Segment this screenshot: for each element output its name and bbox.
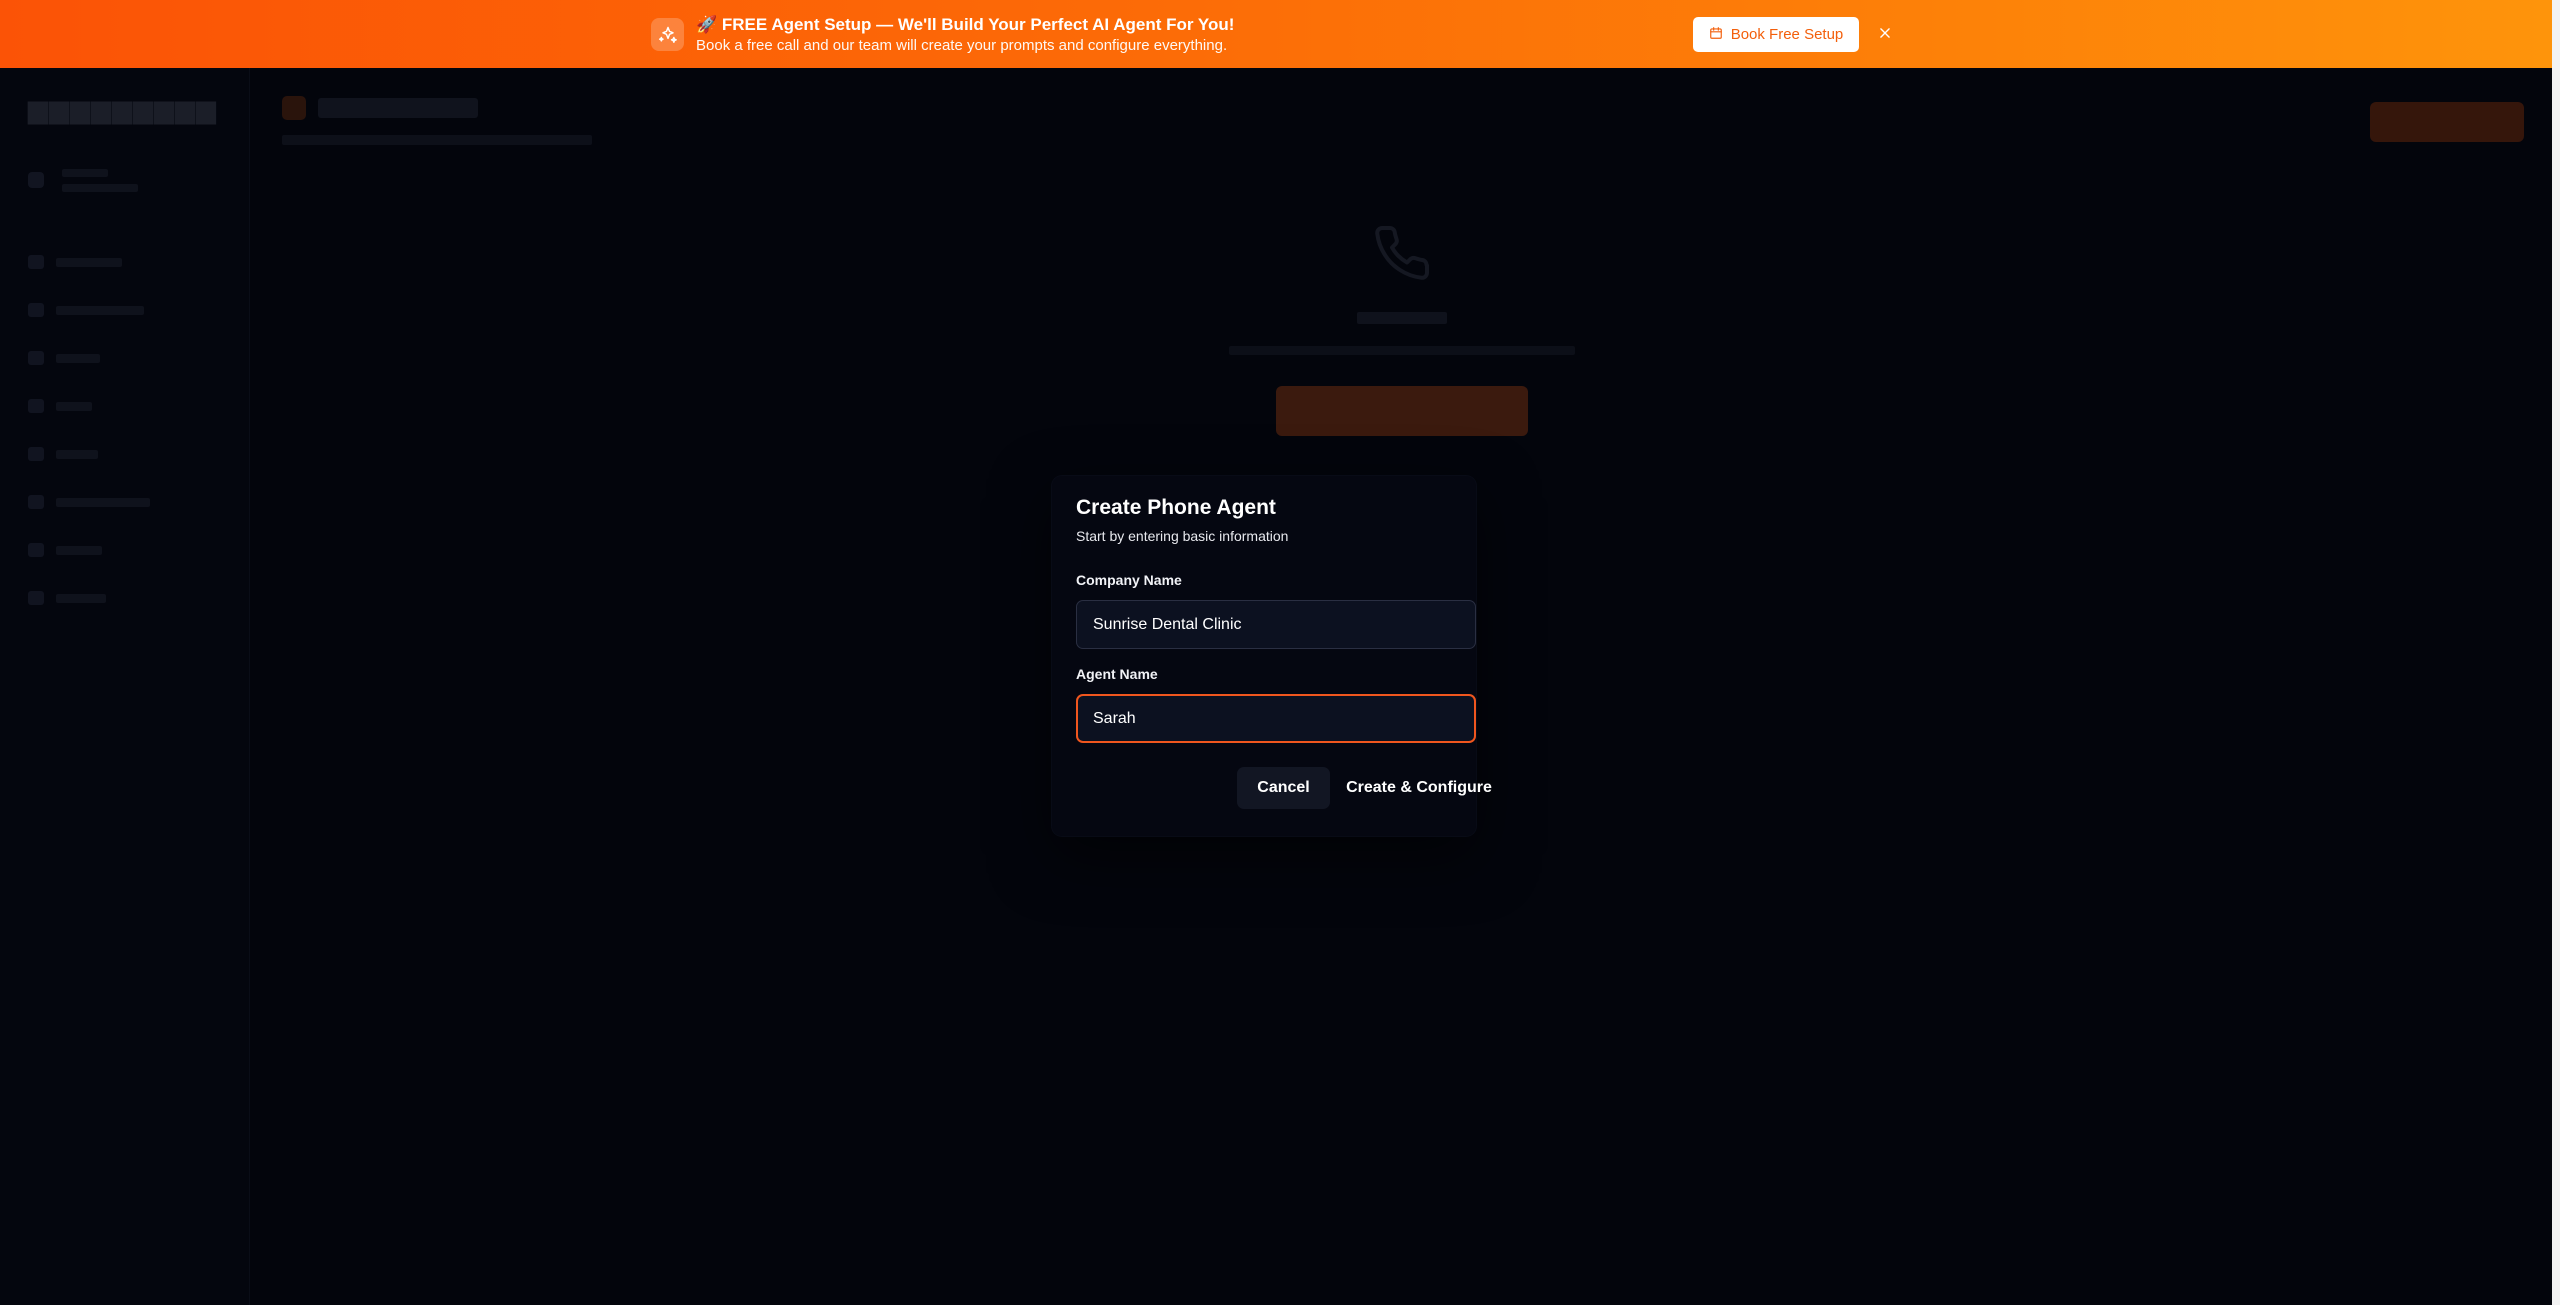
empty-state-title xyxy=(1300,308,1504,329)
create-phone-agent-dialog: Create Phone Agent Start by entering bas… xyxy=(1052,476,1492,836)
scrollbar[interactable] xyxy=(2552,0,2560,1305)
workspace-text xyxy=(62,168,138,192)
create-first-agent-button xyxy=(1276,386,1528,436)
nav-icon xyxy=(28,591,44,605)
company-name-input[interactable] xyxy=(1076,600,1476,649)
phone-icon xyxy=(1372,223,1432,283)
sidebar-item xyxy=(28,334,228,382)
nav-icon xyxy=(28,399,44,413)
agent-name-input[interactable] xyxy=(1076,694,1476,743)
banner-subtitle: Book a free call and our team will creat… xyxy=(696,37,1228,54)
workspace-switcher xyxy=(28,160,228,200)
nav-icon xyxy=(28,303,44,317)
banner-title: 🚀 FREE Agent Setup — We'll Build Your Pe… xyxy=(696,15,1235,34)
calendar-icon xyxy=(1709,26,1723,44)
sidebar-item xyxy=(28,526,228,574)
cancel-button[interactable]: Cancel xyxy=(1237,767,1330,809)
sidebar-item xyxy=(28,574,228,622)
page-title xyxy=(318,94,478,125)
sidebar-item xyxy=(28,382,228,430)
create-configure-button[interactable]: Create & Configure xyxy=(1342,767,1496,809)
new-agent-button xyxy=(2370,102,2524,142)
page-subtitle xyxy=(282,132,592,149)
book-free-setup-label: Book Free Setup xyxy=(1730,26,1844,43)
close-icon[interactable] xyxy=(1872,20,1898,46)
sidebar-item xyxy=(28,286,228,334)
logo: ▆▆▆▆▆▆▆▆▆ xyxy=(28,94,217,124)
sidebar-item xyxy=(28,238,228,286)
company-name-label: Company Name xyxy=(1076,572,1182,588)
nav-icon xyxy=(28,255,44,269)
nav-icon xyxy=(28,351,44,365)
workspace-avatar xyxy=(28,172,44,188)
sparkles-icon xyxy=(651,18,684,51)
promo-banner: 🚀 FREE Agent Setup — We'll Build Your Pe… xyxy=(0,0,2552,68)
nav-icon xyxy=(28,495,44,509)
sidebar-nav xyxy=(28,238,228,622)
phone-icon xyxy=(282,96,306,120)
agent-name-label: Agent Name xyxy=(1076,666,1158,682)
nav-icon xyxy=(28,447,44,461)
sidebar: ▆▆▆▆▆▆▆▆▆ xyxy=(0,68,250,1305)
nav-icon xyxy=(28,543,44,557)
empty-state-subtitle xyxy=(1200,342,1604,358)
book-free-setup-button[interactable]: Book Free Setup xyxy=(1693,17,1859,52)
dialog-title: Create Phone Agent xyxy=(1076,496,1276,519)
dialog-subtitle: Start by entering basic information xyxy=(1076,528,1289,544)
sidebar-item xyxy=(28,430,228,478)
sidebar-item xyxy=(28,478,228,526)
